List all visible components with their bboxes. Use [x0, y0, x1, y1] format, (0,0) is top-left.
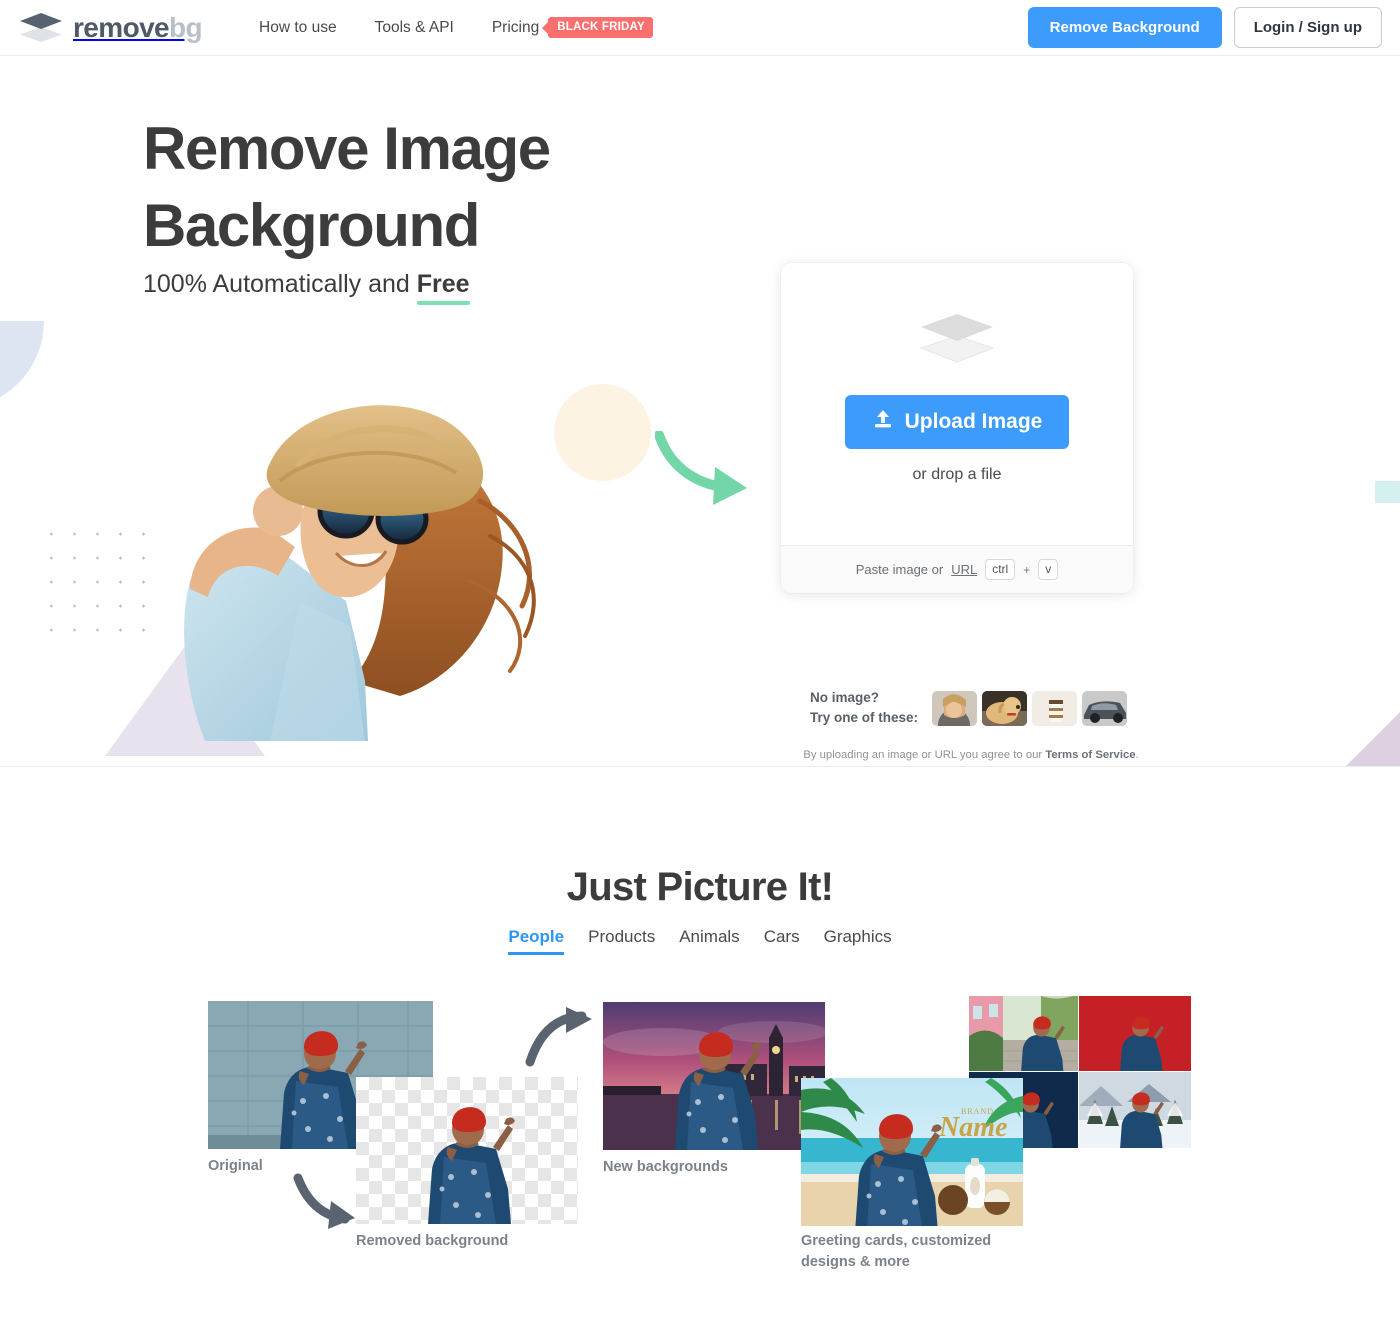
legal-terms-link-1[interactable]: Terms of Service — [1045, 749, 1135, 761]
hero-section: Remove Image Background 100% Automatical… — [0, 56, 1400, 767]
site-header: removebg How to use Tools & API Pricing … — [0, 0, 1400, 56]
caption-greeting-line2: designs & more — [801, 1254, 910, 1271]
sample-images-row: No image? Try one of these: — [810, 688, 1128, 729]
black-friday-badge: BLACK FRIDAY — [548, 17, 653, 38]
legal-part1: By uploading an image or URL you agree t… — [803, 749, 1046, 761]
arrow-down-right-icon — [293, 1172, 365, 1235]
hero-photo — [150, 351, 570, 741]
greeting-card-photo[interactable]: BRAND Name — [801, 1078, 1023, 1226]
paste-hint-bar: Paste image or URL ctrl + v — [781, 545, 1133, 593]
sample-images-label: No image? Try one of these: — [810, 688, 918, 729]
logo-text: removebg — [73, 11, 203, 43]
nav-tools-api[interactable]: Tools & API — [375, 19, 454, 37]
upload-card[interactable]: Upload Image or drop a file Paste image … — [781, 263, 1133, 593]
variant-red[interactable] — [1079, 996, 1191, 1071]
logo-text-secondary: bg — [169, 11, 203, 43]
header-actions: Remove Background Login / Sign up — [1027, 7, 1382, 48]
removed-bg-photo[interactable] — [356, 1077, 578, 1224]
key-ctrl: ctrl — [985, 559, 1016, 580]
variant-snow[interactable] — [1079, 1072, 1191, 1148]
remove-background-button[interactable]: Remove Background — [1027, 7, 1222, 48]
logo-text-primary: remove — [73, 11, 170, 43]
sample-thumb-woman[interactable] — [932, 690, 978, 726]
page-title-line1: Remove Image — [143, 115, 551, 182]
main-nav: How to use Tools & API Pricing BLACK FRI… — [259, 17, 653, 38]
nav-how-to-use[interactable]: How to use — [259, 19, 337, 37]
page-title: Remove Image Background — [143, 111, 703, 265]
nav-tools-api-label: Tools & API — [374, 18, 454, 36]
sample-thumbnails — [932, 690, 1128, 726]
nav-pricing[interactable]: Pricing BLACK FRIDAY — [491, 17, 653, 38]
sample-thumb-dog[interactable] — [982, 690, 1028, 726]
caption-removed-background: Removed background — [356, 1233, 509, 1249]
legal-text: By uploading an image or URL you agree t… — [796, 747, 1146, 767]
arrow-up-right-icon — [524, 1007, 596, 1072]
caption-original: Original — [208, 1158, 263, 1174]
upload-dropzone[interactable]: Upload Image or drop a file — [781, 263, 1133, 545]
paste-hint-prefix: Paste image or — [855, 562, 944, 577]
decor-quarter-circle — [0, 321, 44, 409]
sample-thumb-dessert[interactable] — [1032, 690, 1078, 726]
upload-icon — [872, 408, 894, 436]
upload-image-label: Upload Image — [904, 410, 1043, 433]
decor-dot-grid — [40, 522, 150, 642]
new-background-photo[interactable] — [603, 1002, 825, 1150]
decor-square-cyan — [1375, 481, 1400, 503]
caption-greeting-cards: Greeting cards, customized designs & mor… — [801, 1231, 991, 1273]
logo-link[interactable]: removebg — [18, 10, 203, 46]
sample-label-line1: No image? — [810, 690, 880, 705]
caption-greeting-line1: Greeting cards, customized — [801, 1233, 992, 1249]
login-signup-button[interactable]: Login / Sign up — [1233, 7, 1382, 48]
nav-pricing-label: Pricing — [491, 18, 540, 36]
page-subtitle-prefix: 100% Automatically and — [143, 270, 417, 298]
nav-how-to-use-label: How to use — [259, 18, 337, 36]
stack-layers-icon — [18, 10, 64, 46]
drop-file-text: or drop a file — [912, 466, 1002, 483]
sample-thumb-car[interactable] — [1082, 690, 1128, 726]
green-arrow-icon — [654, 430, 765, 511]
page-subtitle: 100% Automatically and Free — [143, 270, 470, 299]
gallery: Original Removed background New backgrou… — [0, 767, 1400, 1340]
caption-new-backgrounds: New backgrounds — [603, 1159, 728, 1175]
decor-triangle-corner — [1345, 712, 1400, 767]
variant-street[interactable] — [969, 996, 1078, 1071]
page-subtitle-highlight: Free — [416, 270, 470, 298]
stack-layers-icon — [917, 310, 997, 364]
key-plus: + — [1023, 562, 1031, 577]
upload-image-button[interactable]: Upload Image — [844, 395, 1070, 449]
brand-card-script-text: Name — [938, 1112, 1007, 1143]
page-title-line2: Background — [143, 191, 480, 259]
just-picture-it-section: Just Picture It! People Products Animals… — [0, 767, 1400, 1340]
key-v: v — [1038, 559, 1059, 580]
sample-label-line2: Try one of these: — [810, 710, 919, 726]
paste-url-link[interactable]: URL — [951, 562, 977, 577]
